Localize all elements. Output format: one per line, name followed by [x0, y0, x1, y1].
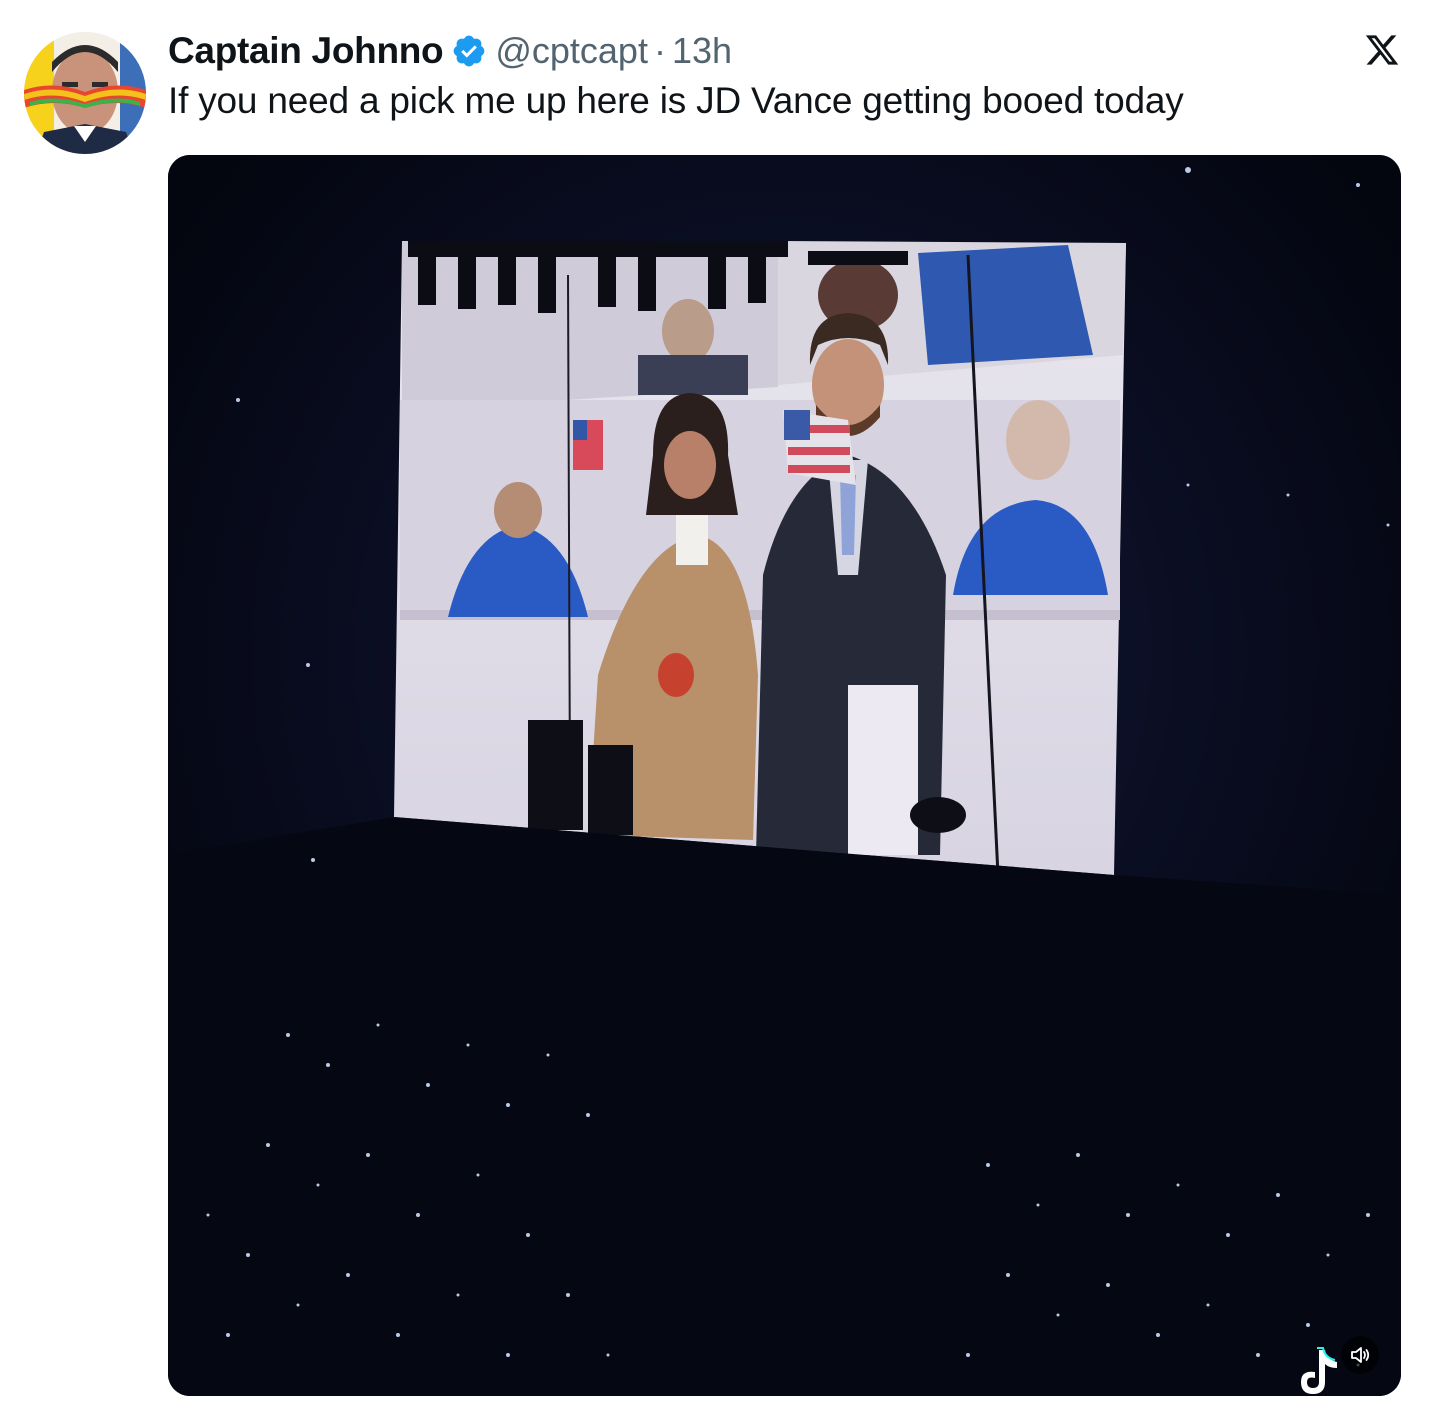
- avatar-image: [24, 32, 146, 154]
- tiktok-icon: [1289, 1344, 1349, 1396]
- speaker-icon: [1351, 1347, 1370, 1363]
- tweet-card[interactable]: Captain Johnno @cptcapt · 13h If you nee…: [0, 0, 1456, 1425]
- display-name[interactable]: Captain Johnno: [168, 30, 444, 72]
- video-player[interactable]: [168, 155, 1401, 1396]
- separator-dot: ·: [653, 30, 666, 71]
- tweet-text: If you need a pick me up here is JD Vanc…: [168, 80, 1184, 121]
- handle[interactable]: @cptcapt: [495, 30, 648, 72]
- tweet-header: Captain Johnno @cptcapt · 13h: [168, 26, 732, 76]
- video-frame: [168, 155, 1401, 1396]
- mute-button[interactable]: [1341, 1336, 1379, 1374]
- timestamp[interactable]: 13h: [672, 30, 732, 72]
- avatar[interactable]: [24, 32, 146, 154]
- verified-badge-icon: [451, 33, 487, 69]
- x-logo-icon[interactable]: [1364, 32, 1400, 68]
